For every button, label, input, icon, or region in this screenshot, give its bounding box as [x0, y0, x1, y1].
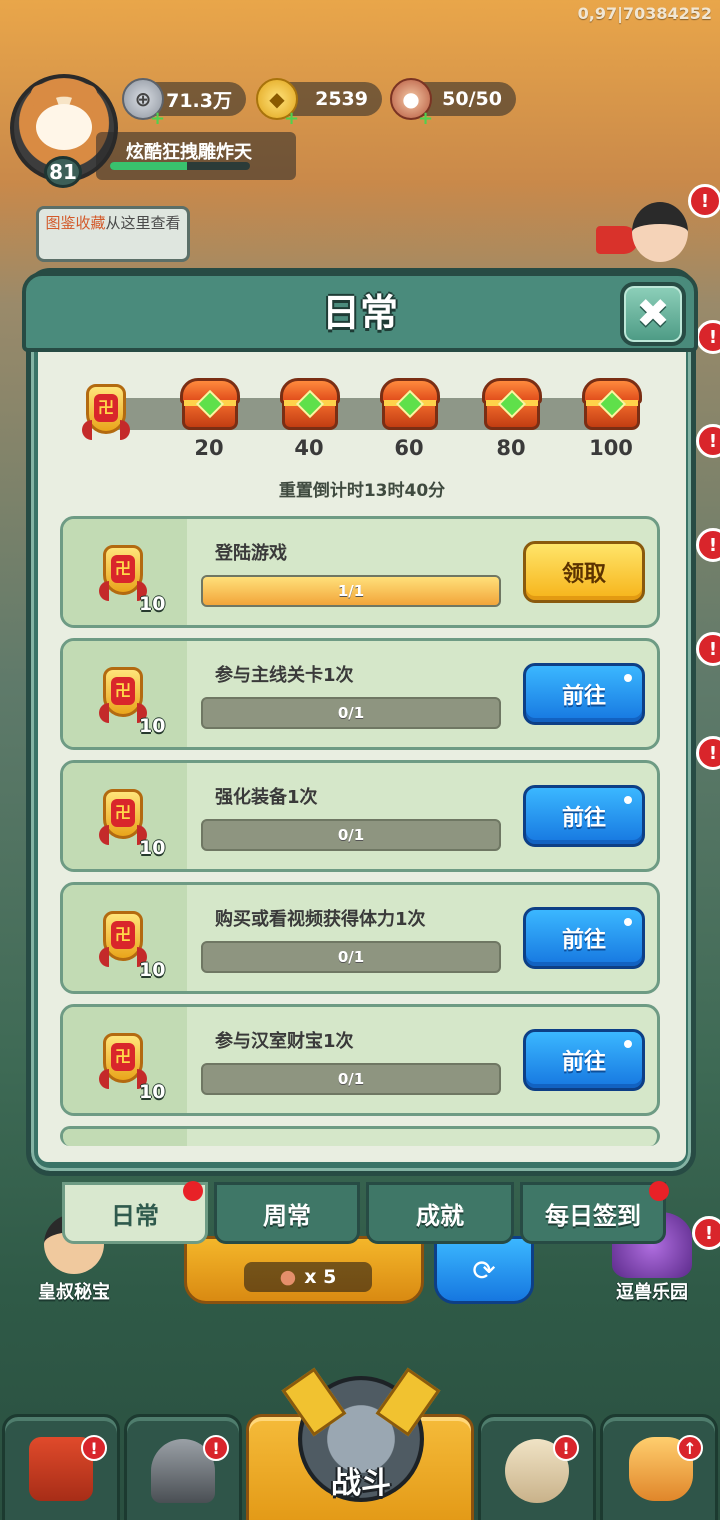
notification-dot — [649, 1181, 669, 1201]
task-name: 购买或看视频获得体力1次 — [215, 909, 426, 930]
alert-icon: ! — [692, 1216, 720, 1250]
alert-icon: ! — [688, 184, 720, 218]
go-button[interactable]: 前往 — [523, 785, 645, 847]
battle-nav-label: 战斗 — [331, 1466, 391, 1501]
gold-resource[interactable]: ◆ + 2539 — [256, 78, 382, 129]
tab-label: 周常 — [263, 1201, 311, 1230]
milestone-value: 60 — [394, 436, 424, 460]
alert-icon: ! — [696, 736, 720, 770]
alert-icon: ! — [696, 320, 720, 354]
reward-chest-icon[interactable] — [582, 378, 642, 434]
task-progress-text: 0/1 — [337, 1070, 365, 1088]
tab-daily-checkin[interactable]: 每日签到 — [520, 1181, 669, 1244]
add-coin-icon[interactable]: + — [150, 108, 165, 129]
collection-tip-bubble[interactable]: 图鉴收藏从这里查看 — [36, 206, 190, 262]
meat-drumstick-icon: ● — [279, 1266, 297, 1288]
milestone-value: 20 — [194, 436, 224, 460]
task-card: 卍 10 登陆游戏 1/1 领取 — [60, 516, 660, 628]
task-reward-count: 10 — [139, 715, 166, 737]
alert-icon: ! — [696, 528, 720, 562]
task-progress-bar: 0/1 — [201, 697, 501, 729]
close-icon: ✖ — [636, 291, 670, 337]
reward-chest-icon[interactable] — [280, 378, 340, 434]
experience-bar-fill — [110, 162, 187, 170]
stamina-value: 50/50 — [442, 88, 502, 110]
task-card: 卍 10 参与主线关卡1次 0/1 前往 — [60, 638, 660, 750]
avatar-face — [36, 104, 92, 150]
tab-label: 成就 — [416, 1201, 464, 1230]
nav-upgrade[interactable]: ↑ — [600, 1414, 718, 1520]
add-gold-icon[interactable]: + — [284, 108, 299, 129]
task-name: 强化装备1次 — [215, 787, 318, 808]
gold-value: 2539 — [315, 88, 368, 110]
task-name: 参与汉室财宝1次 — [215, 1031, 354, 1052]
task-reward-count: 10 — [139, 959, 166, 981]
task-progress-bar: 0/1 — [201, 1063, 501, 1095]
task-progress-text: 0/1 — [337, 704, 365, 722]
task-reward-count: 10 — [139, 1081, 166, 1103]
coin-resource[interactable]: ⊕ + 71.3万 — [122, 78, 246, 129]
tab-label: 日常 — [111, 1201, 159, 1230]
notification-dot — [183, 1181, 203, 1201]
girl-character-icon — [632, 202, 688, 262]
reward-chest-icon[interactable] — [180, 378, 240, 434]
alert-icon: ! — [81, 1435, 107, 1461]
task-card: 卍 10 参与汉室财宝1次 0/1 前往 — [60, 1004, 660, 1116]
experience-bar — [110, 162, 250, 170]
task-progress-text: 1/1 — [337, 582, 365, 600]
nav-equipment[interactable]: ! — [124, 1414, 242, 1520]
nav-city[interactable]: ! — [2, 1414, 120, 1520]
task-name: 参与主线关卡1次 — [215, 665, 354, 686]
go-button[interactable]: 前往 — [523, 663, 645, 725]
player-name: 炫酷狂拽雕炸天 — [126, 142, 252, 163]
activity-medal-icon: 卍 — [80, 380, 130, 446]
task-card: 卍 10 购买或看视频获得体力1次 0/1 前往 — [60, 882, 660, 994]
task-card: 卍 10 强化装备1次 0/1 前往 — [60, 760, 660, 872]
milestone-value: 40 — [294, 436, 324, 460]
uncle-treasure-label: 皇叔秘宝 — [38, 1282, 110, 1303]
close-button[interactable]: ✖ — [620, 282, 686, 346]
nav-heroes[interactable]: ! — [478, 1414, 596, 1520]
tab-daily[interactable]: 日常 — [62, 1181, 208, 1244]
alert-icon: ! — [696, 632, 720, 666]
reset-countdown: 重置倒计时13时40分 — [278, 481, 446, 501]
alert-icon: ! — [696, 424, 720, 458]
reward-chest-icon[interactable] — [380, 378, 440, 434]
tip-text: 从这里查看 — [105, 214, 181, 232]
battle-cost-value: x 5 — [304, 1266, 337, 1288]
add-stamina-icon[interactable]: + — [418, 108, 433, 129]
tip-highlight: 图鉴收藏 — [45, 214, 106, 232]
reward-chest-icon[interactable] — [482, 378, 542, 434]
claim-button[interactable]: 领取 — [523, 541, 645, 603]
alert-icon: ! — [553, 1435, 579, 1461]
milestone-value: 100 — [589, 436, 633, 460]
go-button[interactable]: 前往 — [523, 1029, 645, 1091]
coin-value: 71.3万 — [166, 89, 232, 112]
task-progress-bar: 0/1 — [201, 819, 501, 851]
alert-icon: ! — [203, 1435, 229, 1461]
modal-title: 日常 — [321, 291, 398, 335]
task-progress-text: 0/1 — [337, 826, 365, 844]
go-button[interactable]: 前往 — [523, 907, 645, 969]
refresh-icon: ⟳ — [472, 1253, 496, 1287]
task-progress-text: 0/1 — [337, 948, 365, 966]
task-name: 登陆游戏 — [215, 543, 287, 564]
build-version-tag: 0,97|70384252 — [577, 4, 712, 23]
player-name-bar: 炫酷狂拽雕炸天 — [96, 132, 296, 180]
tab-achievements[interactable]: 成就 — [366, 1182, 514, 1244]
upgrade-arrow-icon: ↑ — [677, 1435, 703, 1461]
milestone-value: 80 — [496, 436, 526, 460]
refresh-button[interactable]: ⟳ — [434, 1236, 534, 1304]
player-level-badge: 81 — [44, 156, 82, 188]
task-reward-count: 10 — [139, 837, 166, 859]
beast-park-label: 逗兽乐园 — [616, 1282, 688, 1303]
task-card-partial — [60, 1126, 660, 1146]
tab-label: 每日签到 — [545, 1201, 641, 1230]
task-reward-count: 10 — [139, 593, 166, 615]
stamina-resource[interactable]: ● + 50/50 — [390, 78, 516, 129]
battle-cost: ● x 5 — [244, 1262, 372, 1292]
task-progress-bar: 0/1 — [201, 941, 501, 973]
tab-weekly[interactable]: 周常 — [214, 1182, 360, 1244]
task-progress-bar: 1/1 — [201, 575, 501, 607]
